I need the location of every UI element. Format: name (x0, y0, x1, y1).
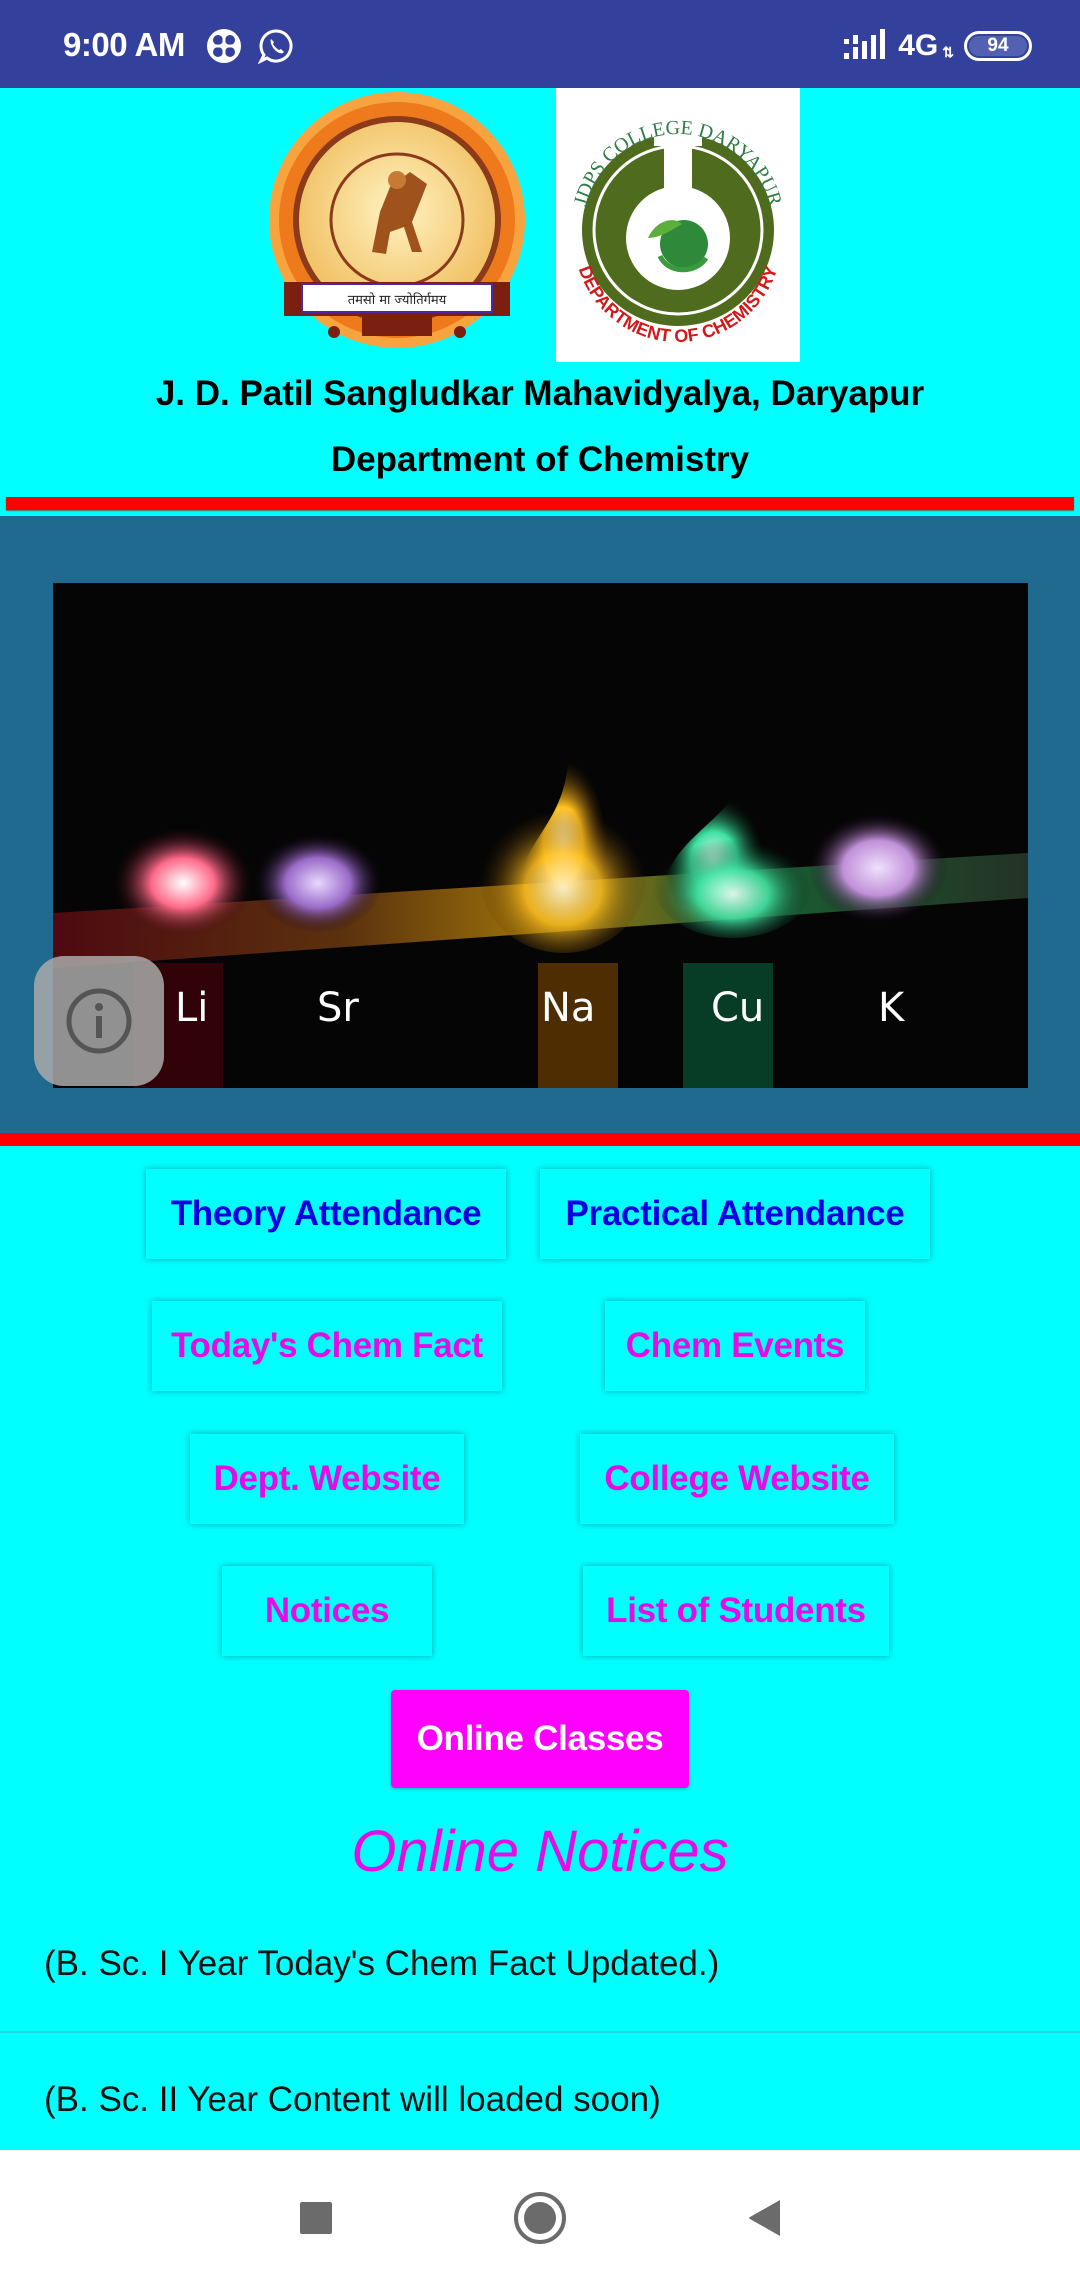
whatsapp-icon (257, 28, 294, 69)
network-type: 4G (898, 29, 939, 62)
sanstha-logo: तमसो मा ज्योतिर्गमय (262, 92, 532, 362)
chemistry-dept-logo: JDPS COLLEGE DARYAPUR DEPARTMENT OF CHEM… (556, 88, 800, 362)
notice-item[interactable]: (B. Sc. II Year Content will loaded soon… (0, 2080, 1080, 2120)
signal-icon (844, 27, 888, 66)
system-nav-bar (0, 2150, 1080, 2280)
app-screen: 9:00 AM 4G ⇅ 94 तमसो मा ज्योतिर्गमय JDPS… (0, 0, 1080, 2280)
back-button[interactable] (734, 2188, 794, 2248)
department-name: Department of Chemistry (330, 440, 750, 479)
back-icon (749, 2200, 780, 2236)
online-classes-button[interactable]: Online Classes (391, 1690, 689, 1788)
recents-icon (300, 2202, 332, 2234)
college-name: J. D. Patil Sangludkar Mahavidyalya, Dar… (155, 374, 925, 413)
status-time: 9:00 AM (63, 26, 185, 63)
status-bar: 9:00 AM 4G ⇅ 94 (0, 0, 1080, 88)
hero-banner: Li Sr Na Cu K (0, 516, 1080, 1134)
system-tray: 4G ⇅ 94 (844, 26, 1032, 66)
college-website-button[interactable]: College Website (580, 1434, 894, 1524)
home-button[interactable] (510, 2188, 570, 2248)
info-button[interactable] (34, 956, 164, 1086)
list-of-students-button[interactable]: List of Students (583, 1566, 889, 1656)
dept-website-button[interactable]: Dept. Website (190, 1434, 464, 1524)
element-label-na: Na (541, 985, 595, 1031)
info-icon (66, 988, 132, 1054)
battery-icon: 94 (964, 31, 1032, 61)
header: तमसो मा ज्योतिर्गमय JDPS COLLEGE DARYAPU… (0, 88, 1080, 516)
data-activity-icon: ⇅ (942, 43, 954, 60)
element-label-cu: Cu (711, 985, 764, 1031)
divider-red-top (6, 497, 1074, 510)
divider-red-bottom (0, 1133, 1080, 1146)
motto-text: तमसो मा ज्योतिर्गमय (348, 292, 447, 308)
element-label-li: Li (175, 985, 208, 1031)
battery-level: 94 (969, 35, 1027, 56)
theory-attendance-button[interactable]: Theory Attendance (146, 1169, 506, 1259)
chem-events-button[interactable]: Chem Events (605, 1301, 865, 1391)
element-label-k: K (878, 985, 906, 1031)
recents-button[interactable] (286, 2188, 346, 2248)
notice-item[interactable]: (B. Sc. I Year Today's Chem Fact Updated… (0, 1944, 1080, 1984)
home-icon (514, 2192, 566, 2244)
practical-attendance-button[interactable]: Practical Attendance (540, 1169, 930, 1259)
notice-divider (0, 2031, 1080, 2033)
todays-chem-fact-button[interactable]: Today's Chem Fact (152, 1301, 502, 1391)
notices-button[interactable]: Notices (222, 1566, 432, 1656)
element-label-sr: Sr (317, 985, 359, 1031)
online-notices-heading: Online Notices (351, 1819, 729, 1884)
flame-test-photo: Li Sr Na Cu K (53, 583, 1028, 1088)
pinwheel-app-icon (206, 28, 242, 69)
